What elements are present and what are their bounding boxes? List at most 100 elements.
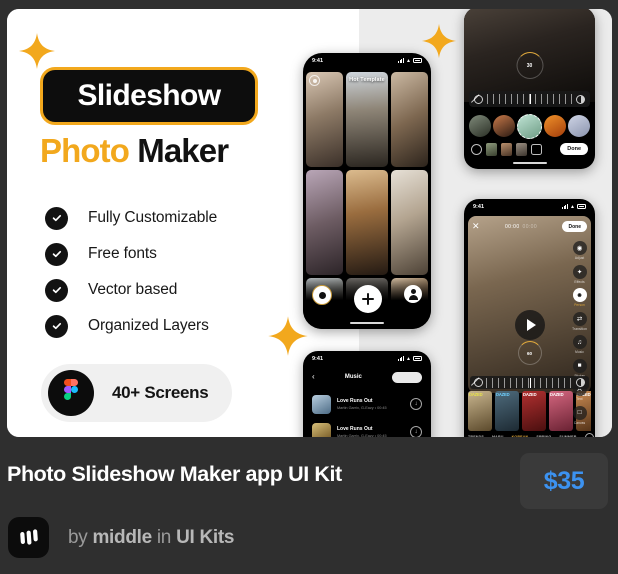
filter-thumb[interactable] bbox=[568, 115, 590, 137]
record-circle-icon[interactable] bbox=[312, 285, 332, 305]
filter-thumb-selected[interactable] bbox=[517, 113, 542, 139]
download-icon[interactable]: ↓ bbox=[410, 398, 422, 410]
photo-cell[interactable] bbox=[306, 72, 344, 167]
effect-thumb[interactable] bbox=[531, 143, 542, 155]
preview-image[interactable]: Slideshow Photo Maker Fully Customizable… bbox=[7, 9, 612, 437]
tool-label: Adjust bbox=[574, 256, 585, 260]
tool-music[interactable]: ♫ Music bbox=[572, 335, 587, 354]
template-thumb[interactable]: DAZED bbox=[468, 391, 492, 431]
plus-icon[interactable] bbox=[354, 285, 382, 313]
author-name[interactable]: middle bbox=[92, 527, 152, 548]
tool-label: Canvas bbox=[573, 420, 586, 425]
slider-track[interactable] bbox=[487, 94, 572, 104]
effect-thumb[interactable] bbox=[516, 142, 527, 156]
photo-cell-featured[interactable]: Hot Template bbox=[346, 72, 388, 167]
photo-cell[interactable] bbox=[306, 170, 344, 275]
gallery-mode-icon[interactable] bbox=[309, 75, 320, 86]
cellular-icon bbox=[397, 356, 405, 361]
feature-label: Vector based bbox=[88, 281, 178, 298]
headline-rest: Maker bbox=[137, 132, 229, 169]
phone-mockup-gallery: 9:41 ▲ Hot Template bbox=[303, 53, 431, 329]
timeline-slider[interactable] bbox=[470, 376, 589, 389]
tab-korean[interactable]: KOREAN bbox=[512, 435, 529, 437]
tab-trends[interactable]: TRENDS bbox=[468, 435, 484, 437]
sparkle-icon bbox=[17, 31, 57, 71]
product-card-page: Slideshow Photo Maker Fully Customizable… bbox=[0, 0, 618, 574]
track-info: Love Runs Out Martin Garrix, G-Eazy • 00… bbox=[337, 426, 387, 437]
effect-thumb[interactable] bbox=[486, 142, 497, 156]
cellular-icon bbox=[561, 204, 569, 209]
filter-toolbar: Done bbox=[464, 138, 595, 160]
track-title: Love Runs Out bbox=[337, 398, 373, 405]
check-circle-icon bbox=[45, 242, 68, 266]
slideshow-title-badge: Slideshow bbox=[40, 67, 258, 125]
bars-logo-icon bbox=[8, 517, 49, 558]
product-title-row: Photo Slideshow Maker app UI Kit bbox=[7, 462, 342, 487]
crop-icon: □ bbox=[572, 405, 587, 420]
tool-transition[interactable]: ⇄ Transition bbox=[572, 311, 587, 331]
wifi-icon: ▲ bbox=[570, 203, 575, 210]
play-icon[interactable] bbox=[514, 310, 545, 340]
close-icon[interactable]: ✕ bbox=[472, 222, 480, 231]
search-icon[interactable] bbox=[584, 432, 594, 437]
figma-logo-icon bbox=[48, 370, 94, 416]
page-title[interactable]: Photo Slideshow Maker app UI Kit bbox=[7, 462, 342, 486]
price-badge[interactable]: $35 bbox=[520, 453, 608, 509]
tool-person[interactable]: ☻ Person bbox=[572, 288, 587, 307]
tab-maru[interactable]: MARU bbox=[492, 435, 504, 437]
filter-thumb[interactable] bbox=[493, 115, 515, 137]
no-effect-icon[interactable] bbox=[471, 143, 482, 155]
status-bar: 9:41 ▲ bbox=[303, 53, 431, 68]
duration-dial[interactable]: 60 bbox=[517, 341, 542, 365]
filter-thumb[interactable] bbox=[544, 115, 566, 137]
music-header: ‹ Music bbox=[303, 369, 431, 385]
tool-effects[interactable]: ✦ Effects bbox=[572, 264, 587, 284]
status-icons: ▲ bbox=[561, 203, 586, 210]
tab-summer[interactable]: SUMMER bbox=[559, 435, 576, 437]
template-title: DAZED bbox=[523, 392, 537, 397]
intensity-slider[interactable] bbox=[469, 91, 590, 107]
track-info: Love Runs Out Martin Garrix, G-Eazy • 00… bbox=[337, 398, 387, 410]
status-icons: ▲ bbox=[397, 58, 422, 64]
tool-canvas[interactable]: □ Canvas bbox=[572, 405, 587, 425]
header-action-pill[interactable] bbox=[392, 371, 422, 383]
contrast-icon[interactable] bbox=[576, 378, 585, 387]
download-icon[interactable]: ↓ bbox=[410, 426, 422, 437]
no-filter-icon[interactable] bbox=[474, 378, 483, 387]
status-bar: 9:41 ▲ bbox=[303, 351, 431, 366]
effect-thumb[interactable] bbox=[501, 142, 512, 156]
filter-thumb[interactable] bbox=[469, 115, 491, 137]
chevron-left-icon[interactable]: ‹ bbox=[312, 373, 315, 381]
intensity-dial[interactable]: 30 bbox=[516, 52, 543, 79]
slider-track[interactable] bbox=[486, 377, 573, 388]
wifi-icon: ▲ bbox=[406, 355, 411, 362]
slideshow-title-text: Slideshow bbox=[77, 79, 222, 112]
status-time: 9:41 bbox=[312, 57, 324, 64]
template-thumb[interactable]: DAZED bbox=[495, 391, 519, 431]
tool-label: Transition bbox=[572, 326, 587, 331]
sparkle-icon: ✦ bbox=[572, 264, 587, 279]
person-icon[interactable] bbox=[404, 285, 422, 303]
feature-label: Free fonts bbox=[88, 245, 157, 262]
track-title: Love Runs Out bbox=[337, 426, 373, 433]
template-thumb[interactable]: DAZED bbox=[549, 391, 573, 431]
no-filter-icon[interactable] bbox=[474, 94, 483, 104]
track-row[interactable]: Love Runs Out Martin Garrix, G-Eazy • 00… bbox=[312, 421, 422, 437]
done-button[interactable]: Done bbox=[560, 143, 588, 155]
contrast-icon[interactable] bbox=[576, 94, 585, 104]
track-row[interactable]: Love Runs Out Martin Garrix, G-Eazy • 00… bbox=[312, 393, 422, 415]
status-time: 9:41 bbox=[312, 355, 324, 362]
tool-sticker[interactable]: ■ Sticker bbox=[572, 358, 587, 378]
photo-cell[interactable] bbox=[390, 72, 428, 167]
done-button[interactable]: Done bbox=[562, 221, 587, 232]
list-item: Organized Layers bbox=[45, 308, 217, 344]
category-name[interactable]: UI Kits bbox=[176, 527, 234, 548]
photo-cell[interactable] bbox=[390, 170, 428, 275]
tool-label: Music bbox=[575, 350, 584, 354]
editor-top-bar: ✕ 00:00 00:00 Done bbox=[472, 221, 587, 232]
status-bar: 9:41 ▲ bbox=[464, 199, 595, 214]
photo-cell[interactable] bbox=[346, 170, 388, 275]
tool-adjust[interactable]: ◉ Adjust bbox=[572, 241, 587, 260]
template-thumb[interactable]: DAZED bbox=[522, 391, 546, 431]
tab-spring[interactable]: SPRING bbox=[536, 435, 551, 437]
